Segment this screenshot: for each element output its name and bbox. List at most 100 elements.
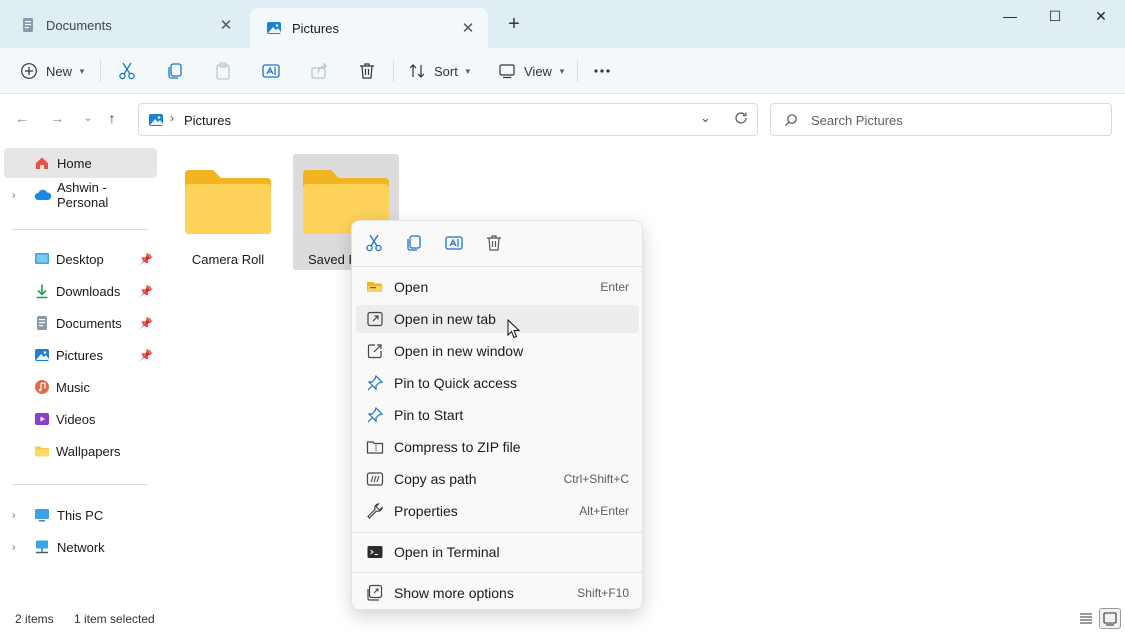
menu-item-open[interactable]: Open Enter [356, 273, 639, 301]
menu-item-copy-as-path[interactable]: Copy as path Ctrl+Shift+C [356, 465, 639, 493]
menu-item-show-more-options[interactable]: Show more options Shift+F10 [356, 579, 639, 607]
sidebar-item-this-pc[interactable]: › This PC [4, 500, 157, 530]
delete-icon[interactable] [484, 233, 506, 255]
pin-icon[interactable]: 📌 [139, 349, 153, 362]
mouse-cursor-icon [507, 318, 521, 339]
menu-item-label: Copy as path [394, 471, 477, 487]
sidebar-item-documents[interactable]: Documents 📌 [4, 308, 157, 338]
share-icon [309, 61, 329, 81]
details-view-icon[interactable] [1079, 611, 1093, 628]
sidebar-item-videos[interactable]: Videos [4, 404, 157, 434]
new-label: New [46, 63, 73, 79]
address-bar[interactable]: › Pictures ⌄ [138, 103, 758, 136]
recent-locations-button[interactable]: ⌄ [78, 107, 98, 129]
sidebar-item-label: Videos [56, 411, 96, 427]
new-button[interactable]: New ▼ [20, 57, 86, 85]
chevron-right-icon[interactable]: › [12, 190, 15, 201]
breadcrumb[interactable]: Pictures [184, 113, 231, 128]
tab-pictures[interactable]: Pictures ✕ [250, 8, 488, 48]
delete-button[interactable] [357, 57, 377, 85]
refresh-icon[interactable] [734, 111, 748, 128]
tab-documents[interactable]: Documents ✕ [4, 8, 246, 42]
divider [393, 60, 394, 82]
menu-item-pin-quick-access[interactable]: Pin to Quick access [356, 369, 639, 397]
sidebar-item-downloads[interactable]: Downloads 📌 [4, 276, 157, 306]
more-button[interactable] [592, 57, 612, 85]
command-bar: New ▼ Sort ▼ View ▼ [0, 48, 1125, 94]
address-dropdown-icon[interactable]: ⌄ [700, 110, 711, 126]
share-button[interactable] [309, 57, 329, 85]
sidebar-item-label: Home [57, 155, 92, 171]
documents-icon [20, 17, 36, 33]
context-quick-actions [352, 221, 644, 267]
search-input[interactable]: Search Pictures [770, 103, 1112, 136]
sidebar-item-desktop[interactable]: Desktop 📌 [4, 244, 157, 274]
pin-icon [366, 374, 384, 392]
sidebar-item-wallpapers[interactable]: Wallpapers [4, 436, 157, 466]
menu-item-label: Show more options [394, 585, 514, 601]
sidebar-item-home[interactable]: Home [4, 148, 157, 178]
minimize-button[interactable]: — [987, 4, 1033, 28]
sidebar-item-network[interactable]: › Network [4, 532, 157, 562]
cut-button[interactable] [117, 57, 137, 85]
menu-item-open-terminal[interactable]: Open in Terminal [356, 538, 639, 566]
sidebar-item-label: Music [56, 379, 90, 395]
documents-icon [34, 315, 50, 331]
sidebar-item-label: Pictures [56, 347, 103, 363]
new-tab-button[interactable]: + [504, 12, 524, 36]
new-window-icon [366, 342, 384, 360]
menu-item-properties[interactable]: Properties Alt+Enter [356, 497, 639, 525]
rename-icon[interactable] [444, 233, 466, 255]
menu-item-label: Pin to Quick access [394, 375, 517, 391]
context-menu: Open Enter Open in new tab Open in new w… [351, 220, 644, 610]
menu-item-open-new-window[interactable]: Open in new window [356, 337, 639, 365]
copy-button[interactable] [165, 57, 185, 85]
close-tab-icon[interactable]: ✕ [460, 19, 476, 37]
sidebar-item-label: Documents [56, 315, 122, 331]
menu-item-label: Pin to Start [394, 407, 464, 423]
sort-label: Sort [434, 63, 458, 79]
cut-icon[interactable] [364, 233, 386, 255]
chevron-right-icon[interactable]: › [12, 542, 15, 553]
folder-icon [34, 443, 50, 459]
copy-path-icon [366, 470, 384, 488]
sidebar-item-onedrive[interactable]: › Ashwin - Personal [4, 180, 157, 210]
copy-icon[interactable] [404, 233, 426, 255]
sort-icon [408, 62, 426, 80]
back-button[interactable]: ← [12, 107, 32, 129]
menu-item-pin-start[interactable]: Pin to Start [356, 401, 639, 429]
forward-button[interactable]: → [47, 107, 67, 129]
paste-button[interactable] [213, 57, 233, 85]
music-icon [34, 379, 50, 395]
chevron-down-icon: ⌄ [83, 112, 93, 124]
chevron-right-icon[interactable]: › [12, 510, 15, 521]
search-icon [784, 113, 798, 130]
sidebar-item-pictures[interactable]: Pictures 📌 [4, 340, 157, 370]
view-label: View [524, 63, 552, 79]
menu-item-compress-zip[interactable]: Compress to ZIP file [356, 433, 639, 461]
pin-icon[interactable]: 📌 [139, 285, 153, 298]
item-count: 2 items [15, 612, 54, 626]
maximize-button[interactable]: ☐ [1032, 4, 1078, 28]
sort-button[interactable]: Sort ▼ [408, 57, 472, 85]
navigation-pane: Home › Ashwin - Personal Desktop 📌 Downl… [0, 144, 160, 608]
chevron-down-icon: ▼ [78, 66, 86, 76]
rename-button[interactable] [261, 57, 281, 85]
tiles-view-icon[interactable] [1099, 608, 1121, 629]
chevron-down-icon: ▼ [463, 66, 472, 76]
sidebar-item-label: Ashwin - Personal [57, 180, 109, 210]
menu-shortcut: Enter [600, 280, 629, 294]
sidebar-item-music[interactable]: Music [4, 372, 157, 402]
new-tab-icon [366, 310, 384, 328]
menu-item-label: Open [394, 279, 429, 295]
close-button[interactable]: ✕ [1078, 4, 1124, 28]
close-tab-icon[interactable]: ✕ [218, 16, 234, 34]
menu-item-open-new-tab[interactable]: Open in new tab [356, 305, 639, 333]
view-icon [498, 62, 516, 80]
pin-icon[interactable]: 📌 [139, 253, 153, 266]
pin-icon[interactable]: 📌 [139, 317, 153, 330]
up-button[interactable]: ↑ [102, 107, 122, 129]
pictures-icon [34, 347, 50, 363]
folder-item[interactable]: Camera Roll [175, 154, 281, 270]
view-button[interactable]: View ▼ [498, 57, 566, 85]
